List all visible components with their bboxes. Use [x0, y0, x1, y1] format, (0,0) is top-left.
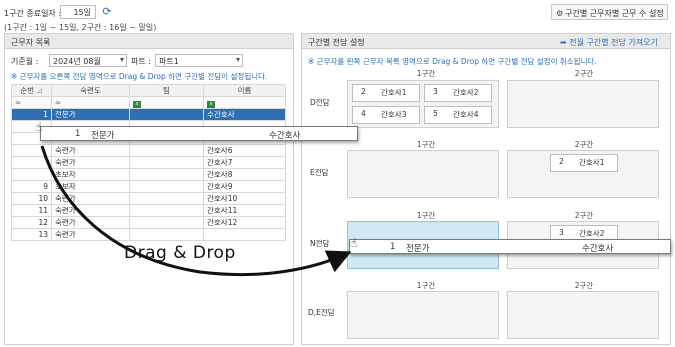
drag-drop-arrow [40, 145, 352, 277]
drag-drop-label: Drag & Drop [124, 243, 236, 263]
